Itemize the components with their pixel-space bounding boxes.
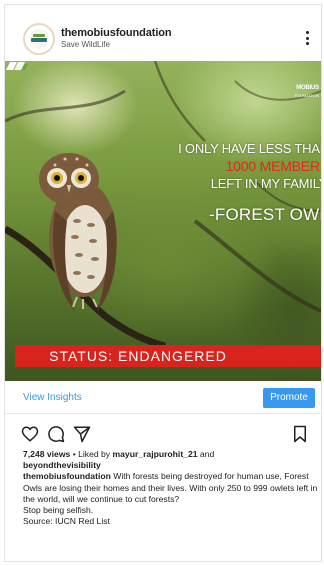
- logo-line-1: MOBIUS: [296, 85, 319, 91]
- quote-line-2: 1000 MEMBERS: [225, 158, 321, 174]
- more-options-icon[interactable]: [305, 31, 309, 45]
- caption-line-source: Source: IUCN Red List: [23, 516, 110, 527]
- liked-and: and: [197, 449, 215, 459]
- caption-username[interactable]: themobiusfoundation: [23, 471, 111, 481]
- logo-line-2: FOUNDATION: [294, 93, 319, 98]
- caption-line-selfish: Stop being selfish.: [23, 505, 94, 516]
- share-icon[interactable]: [73, 425, 91, 443]
- post-header: themobiusfoundation Save WildLife: [5, 5, 321, 61]
- post-caption: 7,248 views • Liked by mayur_rajpurohit_…: [23, 449, 319, 527]
- post-card: themobiusfoundation Save WildLife MOBIUS…: [4, 4, 322, 562]
- view-insights-link[interactable]: View Insights: [23, 392, 82, 403]
- quote-signature: -FOREST OWL: [209, 205, 321, 224]
- post-actions: [5, 421, 321, 447]
- quote-line-1: I ONLY HAVE LESS THAN: [178, 141, 321, 156]
- logo-text: MOBIUS FOUNDATION: [295, 85, 319, 99]
- account-name[interactable]: themobiusfoundation: [61, 27, 172, 39]
- status-label: STATUS: ENDANGERED: [49, 348, 227, 364]
- liked-user-1[interactable]: mayur_rajpurohit_21: [113, 449, 198, 459]
- liked-user-2[interactable]: beyondthevisibility: [23, 460, 101, 470]
- avatar[interactable]: [23, 23, 55, 55]
- comment-icon[interactable]: [47, 425, 65, 443]
- foundation-logo-icon: [29, 29, 49, 49]
- bookmark-icon[interactable]: [291, 425, 309, 443]
- engagement-line: 7,248 views • Liked by mayur_rajpurohit_…: [23, 449, 319, 471]
- promote-button[interactable]: Promote: [263, 388, 315, 408]
- caption-text: themobiusfoundation With forests being d…: [23, 471, 319, 505]
- owl-quote: I ONLY HAVE LESS THAN 1000 MEMBERS LEFT …: [178, 141, 321, 225]
- post-image[interactable]: MOBIUS FOUNDATION I ONLY HAVE LESS THAN …: [5, 61, 321, 381]
- account-subtitle[interactable]: Save WildLife: [61, 40, 110, 49]
- heart-icon[interactable]: [21, 425, 39, 443]
- views-count[interactable]: 7,248 views: [23, 449, 70, 459]
- mobius-logo-icon: [6, 62, 28, 70]
- liked-by-prefix: • Liked by: [70, 449, 113, 459]
- quote-line-3: LEFT IN MY FAMILY.: [210, 176, 321, 191]
- status-banner: STATUS: ENDANGERED: [15, 345, 321, 367]
- insights-row: View Insights Promote: [5, 383, 321, 414]
